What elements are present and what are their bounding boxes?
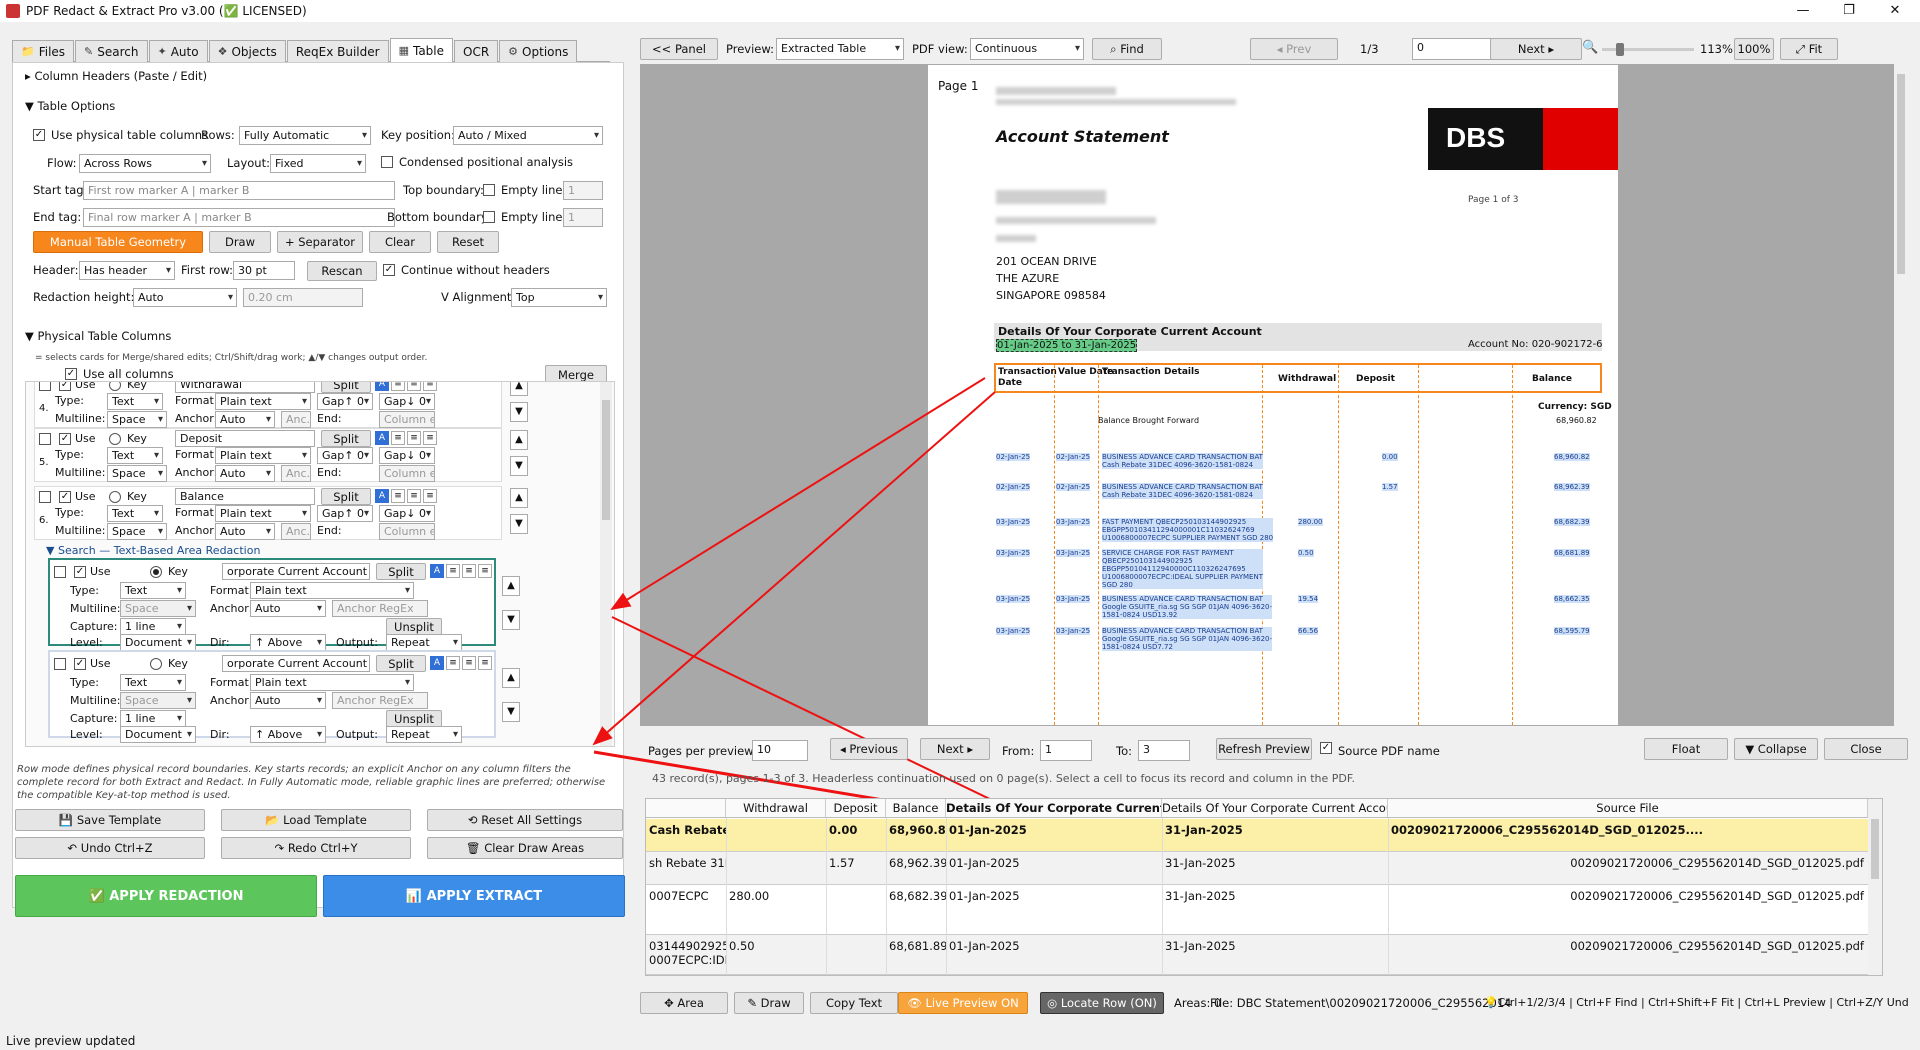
grid-summary: 43 record(s), pages 1-3 of 3. Headerless…: [652, 772, 1355, 785]
table-cell[interactable]: 68,960.82: [886, 823, 946, 837]
eye-icon: 👁: [907, 996, 926, 1010]
grid-header[interactable]: [646, 799, 726, 818]
shortcut-hint: 💡Ctrl+1/2/3/4 | Ctrl+F Find | Ctrl+Shift…: [1484, 996, 1908, 1009]
extracted-table[interactable]: Withdrawal Deposit Balance Details Of Your …: [645, 798, 1883, 976]
table-cell[interactable]: 68,682.39: [886, 889, 946, 903]
from-label: From:: [1002, 744, 1035, 758]
float-button[interactable]: Float: [1644, 738, 1728, 760]
area-icon: ✥: [664, 996, 678, 1010]
table-row[interactable]: Cash Rebate 0.0068,960.8201-Jan-202531-Ja…: [646, 819, 1868, 852]
grid-header[interactable]: Balance: [886, 799, 946, 818]
bulb-icon: 💡: [1484, 996, 1498, 1009]
table-cell[interactable]: 01-Jan-2025: [946, 889, 1162, 903]
table-cell[interactable]: 00209021720006_C295562014D_SGD_012025.pd…: [1388, 856, 1868, 870]
table-cell[interactable]: sh Rebate 31DEC: [646, 856, 726, 870]
table-cell[interactable]: 0.50: [726, 939, 826, 953]
table-cell[interactable]: 00209021720006_C295562014D_SGD_012025.pd…: [1388, 939, 1868, 953]
table-cell[interactable]: 00209021720006_C295562014D_SGD_012025...…: [1388, 823, 1868, 837]
live-preview-button[interactable]: 👁 Live Preview ON: [898, 992, 1028, 1014]
refresh-preview-button[interactable]: Refresh Preview: [1216, 738, 1312, 760]
source-pdf-name-label: Source PDF name: [1338, 744, 1440, 758]
previous-preview-button[interactable]: ◂ Previous: [830, 738, 908, 760]
table-row[interactable]: 03144902925 0007ECPC:IDEAL0.5068,681.890…: [646, 935, 1868, 975]
table-cell[interactable]: Cash Rebate: [646, 823, 726, 837]
grid-line: [726, 818, 727, 975]
area-button[interactable]: ✥ Area: [640, 992, 728, 1014]
grid-header[interactable]: Source File: [1388, 799, 1868, 818]
arrow-1: [610, 377, 986, 611]
grid-line: [826, 818, 827, 975]
grid-line: [1162, 818, 1163, 975]
pages-per-preview-input[interactable]: 10: [752, 740, 808, 761]
copy-text-button[interactable]: Copy Text: [810, 992, 898, 1014]
table-cell[interactable]: 280.00: [726, 889, 826, 903]
table-cell[interactable]: 31-Jan-2025: [1162, 889, 1388, 903]
table-cell[interactable]: 68,681.89: [886, 939, 946, 953]
pages-per-preview-label: Pages per preview:: [648, 744, 757, 758]
status-bar: Live preview updated: [6, 1034, 136, 1048]
to-input[interactable]: 3: [1138, 740, 1190, 761]
source-pdf-name-checkbox[interactable]: ✓: [1320, 742, 1332, 754]
table-cell[interactable]: 1.57: [826, 856, 886, 870]
table-row[interactable]: sh Rebate 31DEC 1.5768,962.3901-Jan-20253…: [646, 852, 1868, 885]
grid-line: [886, 818, 887, 975]
draw-button[interactable]: ✎ Draw: [734, 992, 804, 1014]
file-path: File: DBC Statement\00209021720006_C2955…: [1210, 996, 1512, 1010]
collapse-button[interactable]: ▼ Collapse: [1734, 738, 1818, 760]
table-cell[interactable]: 31-Jan-2025: [1162, 823, 1388, 837]
table-cell[interactable]: 0007ECPC: [646, 889, 726, 903]
grid-line: [1388, 818, 1389, 975]
grid-line: [946, 818, 947, 975]
to-label: To:: [1116, 744, 1132, 758]
table-cell[interactable]: 03144902925 0007ECPC:IDEAL: [646, 939, 726, 967]
table-cell[interactable]: 01-Jan-2025: [946, 856, 1162, 870]
grid-header[interactable]: Details Of Your Corporate Current Accoun…: [1162, 799, 1388, 818]
grid-scrollbar[interactable]: [1868, 799, 1882, 975]
next-preview-button[interactable]: Next ▸: [920, 738, 990, 760]
pencil-icon: ✎: [747, 996, 761, 1010]
locate-icon: ◎: [1047, 996, 1061, 1010]
close-preview-button[interactable]: Close: [1824, 738, 1908, 760]
from-input[interactable]: 1: [1040, 740, 1092, 761]
locate-row-button[interactable]: ◎ Locate Row (ON): [1040, 992, 1164, 1014]
arrow-3: [611, 616, 1052, 829]
grid-header[interactable]: Details Of Your Corporate Current Accoun…: [946, 799, 1162, 818]
table-cell[interactable]: 00209021720006_C295562014D_SGD_012025.pd…: [1388, 889, 1868, 903]
table-cell[interactable]: 68,962.39: [886, 856, 946, 870]
table-cell[interactable]: 0.00: [826, 823, 886, 837]
grid-header[interactable]: Withdrawal: [726, 799, 826, 818]
table-row[interactable]: 0007ECPC 280.00 68,682.39 01-Jan-2025 31-Jan…: [646, 885, 1868, 935]
table-cell[interactable]: 31-Jan-2025: [1162, 856, 1388, 870]
table-cell[interactable]: 01-Jan-2025: [946, 939, 1162, 953]
table-cell[interactable]: 31-Jan-2025: [1162, 939, 1388, 953]
table-cell[interactable]: 01-Jan-2025: [946, 823, 1162, 837]
arrow-2: [592, 391, 996, 746]
grid-header[interactable]: Deposit: [826, 799, 886, 818]
